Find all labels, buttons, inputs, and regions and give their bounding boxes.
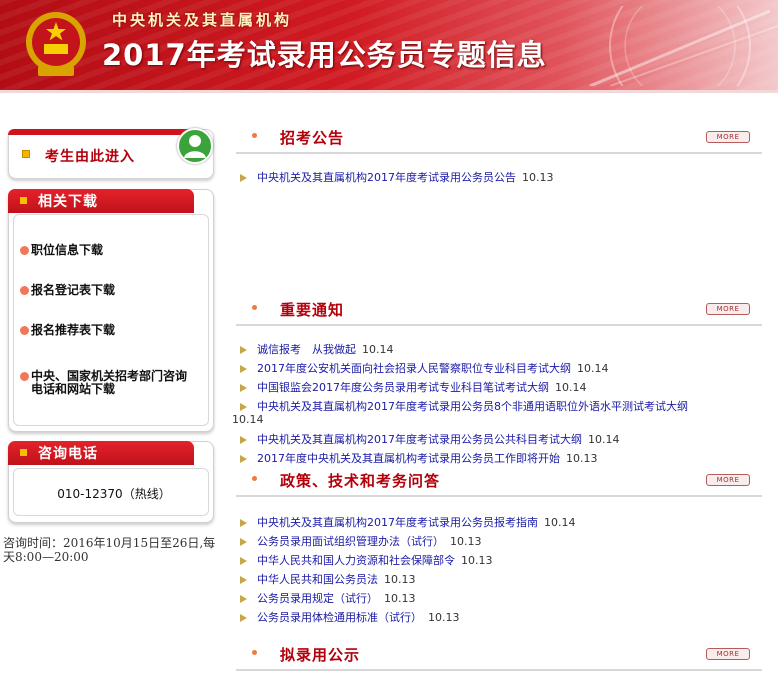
triangle-bullet-icon xyxy=(240,557,247,565)
hotline-number: 010-12370（热线） xyxy=(57,487,171,501)
more-button[interactable]: MORE xyxy=(706,131,750,143)
list-item[interactable]: 中华人民共和国人力资源和社会保障部令 10.13 xyxy=(236,552,493,568)
banner-divider xyxy=(0,90,778,93)
square-bullet-icon xyxy=(22,150,30,158)
section-header-notices: 重要通知 MORE xyxy=(236,299,762,329)
triangle-bullet-icon xyxy=(240,384,247,392)
square-bullet-icon xyxy=(20,449,27,456)
candidate-entry-label[interactable]: 考生由此进入 xyxy=(45,146,135,166)
section-header-announcements: 招考公告 MORE xyxy=(236,127,762,157)
orange-dot-icon xyxy=(252,650,257,655)
more-button[interactable]: MORE xyxy=(706,648,750,660)
triangle-bullet-icon xyxy=(240,519,247,527)
triangle-bullet-icon xyxy=(240,595,247,603)
triangle-bullet-icon xyxy=(240,365,247,373)
section-divider xyxy=(236,495,762,497)
list-item[interactable]: 2017年度中央机关及其直属机构考试录用公务员工作即将开始 10.13 xyxy=(236,450,598,466)
list-item[interactable]: 中央机关及其直属机构2017年度考试录用公务员公共科目考试大纲 10.14 xyxy=(236,431,620,447)
triangle-bullet-icon xyxy=(240,538,247,546)
triangle-bullet-icon xyxy=(240,403,247,411)
square-bullet-icon xyxy=(20,197,27,204)
list-item[interactable]: 中国银监会2017年度公务员录用考试专业科目笔试考试大纲 10.14 xyxy=(236,379,587,395)
section-divider xyxy=(236,669,762,671)
downloads-header: 相关下载 xyxy=(8,189,194,213)
orange-dot-icon xyxy=(252,133,257,138)
candidate-entry-button[interactable]: 考生由此进入 xyxy=(8,128,214,179)
download-link-recommendation-form[interactable]: 报名推荐表下载 xyxy=(20,324,115,337)
download-link-positions[interactable]: 职位信息下载 xyxy=(20,244,103,257)
triangle-bullet-icon xyxy=(240,576,247,584)
orange-dot-icon xyxy=(252,305,257,310)
hotline-panel: 咨询电话 010-12370（热线） xyxy=(8,441,214,523)
orange-dot-icon xyxy=(252,476,257,481)
section-divider xyxy=(236,152,762,154)
triangle-bullet-icon xyxy=(240,174,247,182)
list-item[interactable]: 中央机关及其直属机构2017年度考试录用公务员公告 10.13 xyxy=(236,169,554,185)
consult-time: 咨询时间：2016年10月15日至26日,每天8:00—20:00 xyxy=(3,536,216,564)
hotline-header: 咨询电话 xyxy=(8,441,194,465)
list-item[interactable]: 公务员录用面试组织管理办法（试行） 10.13 xyxy=(236,533,482,549)
download-link-contacts[interactable]: 中央、国家机关招考部门咨询电话和网站下载 xyxy=(20,370,192,396)
list-item[interactable]: 中央机关及其直属机构2017年度考试录用公务员报考指南 10.14 xyxy=(236,514,576,530)
triangle-bullet-icon xyxy=(240,436,247,444)
national-emblem-icon xyxy=(26,12,86,76)
banner-title: 2017年考试录用公务员专题信息 xyxy=(102,38,547,72)
section-title: 拟录用公示 xyxy=(280,646,361,664)
downloads-title: 相关下载 xyxy=(38,194,98,210)
section-divider xyxy=(236,324,762,326)
triangle-bullet-icon xyxy=(240,614,247,622)
list-item[interactable]: 2017年度公安机关面向社会招录人民警察职位专业科目考试大纲 10.14 xyxy=(236,360,609,376)
downloads-list: 职位信息下载 报名登记表下载 报名推荐表下载 中央、国家机关招考部门咨询电话和网… xyxy=(13,214,209,426)
circle-bullet-icon xyxy=(20,246,29,255)
header-banner: 中央机关及其直属机构 2017年考试录用公务员专题信息 xyxy=(0,0,778,90)
section-title: 政策、技术和考务问答 xyxy=(280,472,441,490)
circle-bullet-icon xyxy=(20,326,29,335)
triangle-bullet-icon xyxy=(240,346,247,354)
download-link-registration-form[interactable]: 报名登记表下载 xyxy=(20,284,115,297)
list-item-date: 10.14 xyxy=(232,413,264,426)
user-icon xyxy=(177,128,213,164)
banner-subtitle: 中央机关及其直属机构 xyxy=(112,11,293,29)
circle-bullet-icon xyxy=(20,286,29,295)
section-title: 招考公告 xyxy=(280,129,345,147)
entry-accent-bar xyxy=(8,129,198,135)
section-header-faq: 政策、技术和考务问答 MORE xyxy=(236,470,762,500)
list-item[interactable]: 公务员录用规定（试行） 10.13 xyxy=(236,590,416,606)
circle-bullet-icon xyxy=(20,372,29,381)
list-item[interactable]: 中华人民共和国公务员法 10.13 xyxy=(236,571,416,587)
more-button[interactable]: MORE xyxy=(706,303,750,315)
section-header-publicity: 拟录用公示 MORE xyxy=(236,644,762,674)
list-item[interactable]: 诚信报考 从我做起 10.14 xyxy=(236,341,394,357)
more-button[interactable]: MORE xyxy=(706,474,750,486)
section-title: 重要通知 xyxy=(280,301,345,319)
hotline-title: 咨询电话 xyxy=(38,446,98,462)
list-item[interactable]: 中央机关及其直属机构2017年度考试录用公务员8个非通用语职位外语水平测试考试大… xyxy=(236,398,688,414)
list-item[interactable]: 公务员录用体检通用标准（试行） 10.13 xyxy=(236,609,460,625)
hotline-box: 010-12370（热线） xyxy=(13,468,209,516)
triangle-bullet-icon xyxy=(240,455,247,463)
downloads-panel: 相关下载 职位信息下载 报名登记表下载 报名推荐表下载 中央、国家机关招考部门咨… xyxy=(8,189,214,432)
